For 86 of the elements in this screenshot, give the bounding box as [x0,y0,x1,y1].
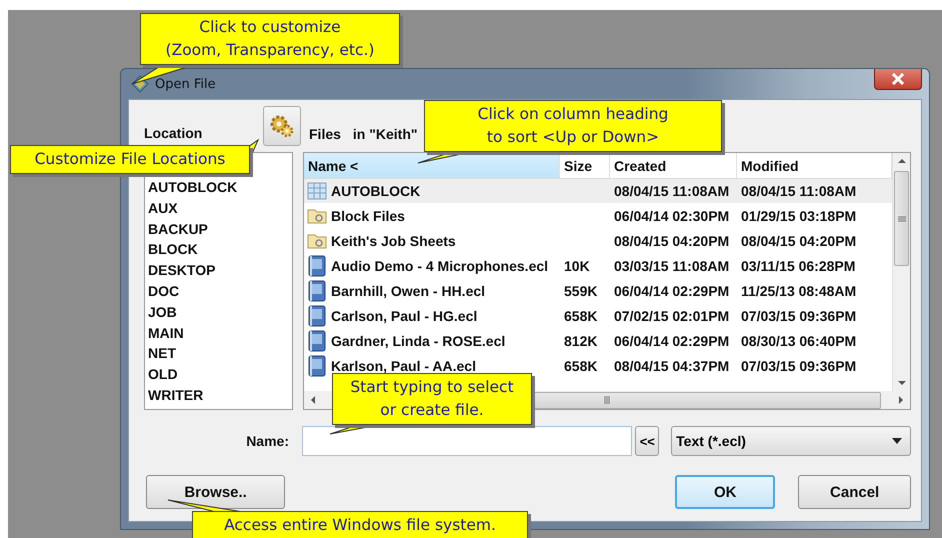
recall-button[interactable]: << [635,426,660,456]
table-cell: 07/03/15 09:36PM [741,358,856,374]
callout-text: or create file. [380,400,484,421]
table-cell: 03/11/15 06:28PM [741,258,856,274]
book-icon [307,304,327,326]
location-label: Location [144,125,202,143]
callout-text: Start typing to select [350,377,514,398]
column-header[interactable]: Name < [304,153,560,178]
callout-text: to sort <Up or Down> [486,127,660,148]
file-row[interactable]: Carlson, Paul - HG.ecl 658K 07/02/15 02:01PM 07/03/15 09:36PM [304,303,892,328]
window-title: Open File [155,76,216,92]
file-name: Barnhill, Owen - HH.ecl [331,282,486,298]
up-arrow-icon[interactable] [896,157,906,165]
dropdown-arrow-icon [892,438,902,444]
callout-text: Click on column heading [478,104,668,125]
table-cell: 08/04/15 11:08AM [614,182,730,198]
close-button[interactable] [874,69,922,90]
location-item[interactable]: OLD [148,364,292,385]
file-type-dropdown[interactable]: Text (*.ecl) [671,426,911,456]
file-row[interactable]: Karlson, Paul - AA.ecl 658K 08/04/15 04:37PM 07/03/15 09:36PM [304,353,892,378]
book-icon [307,330,327,352]
location-item[interactable]: NET [148,343,292,364]
file-name: Carlson, Paul - HG.ecl [331,308,478,324]
close-icon [891,73,905,85]
table-cell: 658K [564,358,598,374]
table-cell: 07/03/15 09:36PM [741,308,856,324]
folder-label: in "Keith" [352,126,418,142]
table-cell: 06/04/14 02:29PM [614,282,730,298]
table-cell: 08/04/15 04:20PM [741,232,856,248]
file-name: Keith's Job Sheets [331,232,456,248]
dialog-button[interactable]: OK [675,475,776,509]
table-cell: 11/25/13 08:48AM [741,282,856,298]
left-arrow-icon[interactable] [309,395,317,405]
book-icon [307,354,327,376]
file-name: AUTOBLOCK [331,182,420,198]
location-item[interactable]: MAIN [148,322,292,344]
table-cell: 03/03/15 11:08AM [614,258,730,274]
table-cell: 10K [564,258,590,274]
table-cell: 658K [564,308,598,324]
table-cell: 08/30/13 06:40PM [741,332,856,348]
file-name: Audio Demo - 4 Microphones.ecl [331,258,548,274]
name-field[interactable] [302,426,632,456]
location-item[interactable]: JOB [148,302,292,323]
table-cell: 01/29/15 03:18PM [741,208,856,224]
table-cell: 07/02/15 02:01PM [614,308,730,324]
file-name: Gardner, Linda - ROSE.ecl [331,332,506,348]
location-item[interactable]: DESKTOP [148,260,292,281]
location-item[interactable]: AUX [148,198,292,219]
name-label: Name: [245,433,290,449]
callout-text: (Zoom, Transparency, etc.) [166,40,374,61]
table-cell: 06/04/14 02:29PM [614,332,730,348]
dialog-button[interactable]: Cancel [798,475,911,509]
file-name: Block Files [331,208,405,224]
callout-text: Click to customize [199,17,341,38]
callout-text: Access entire Windows file system. [224,515,496,536]
book-icon [307,254,327,276]
table-cell: 812K [564,332,598,348]
location-item[interactable]: AUTOBLOCK [148,177,292,198]
file-row[interactable]: Gardner, Linda - ROSE.ecl 812K 06/04/14 02:29PM 08/30/13 06:40PM [304,328,892,353]
table-cell: 06/04/14 02:30PM [614,208,730,224]
grid-icon [307,180,327,200]
file-row[interactable]: Keith's Job Sheets 08/04/15 04:20PM 08/04/15 04:20PM [304,228,892,253]
vertical-scrollbar[interactable] [892,153,910,391]
customize-locations-button[interactable] [263,106,301,146]
book-icon [307,280,327,302]
location-item[interactable]: BLOCK [148,239,292,260]
file-row[interactable]: Barnhill, Owen - HH.ecl 559K 06/04/14 02:29PM 11/25/13 08:48AM [304,278,892,303]
location-item[interactable]: BACKUP [148,218,292,240]
right-arrow-icon[interactable] [897,395,905,405]
file-row[interactable]: Block Files 06/04/14 02:30PM 01/29/15 03:18PM [304,203,892,228]
table-cell: 08/04/15 04:20PM [614,232,730,248]
down-arrow-icon[interactable] [896,379,906,387]
callout-text: Customize File Locations [34,149,226,170]
file-row[interactable]: Audio Demo - 4 Microphones.ecl 10K 03/03/15 11:08AM 03/11/15 06:28PM [304,253,892,278]
table-cell: 08/04/15 04:37PM [614,358,730,374]
location-item[interactable]: DOC [148,280,292,302]
files-label: Files [309,126,341,142]
grip-icon[interactable] [898,216,906,222]
grip-icon[interactable] [603,396,611,404]
table-cell: 559K [564,282,598,298]
gears-icon [269,113,295,139]
table-cell: 08/04/15 11:08AM [741,182,856,198]
dialog-button[interactable]: Browse.. [146,475,286,509]
file-name: Karlson, Paul - AA.ecl [331,358,476,374]
file-row[interactable]: AUTOBLOCK 08/04/15 11:08AM 08/04/15 11:08AM [304,179,892,203]
location-item[interactable]: WRITER [148,384,292,406]
